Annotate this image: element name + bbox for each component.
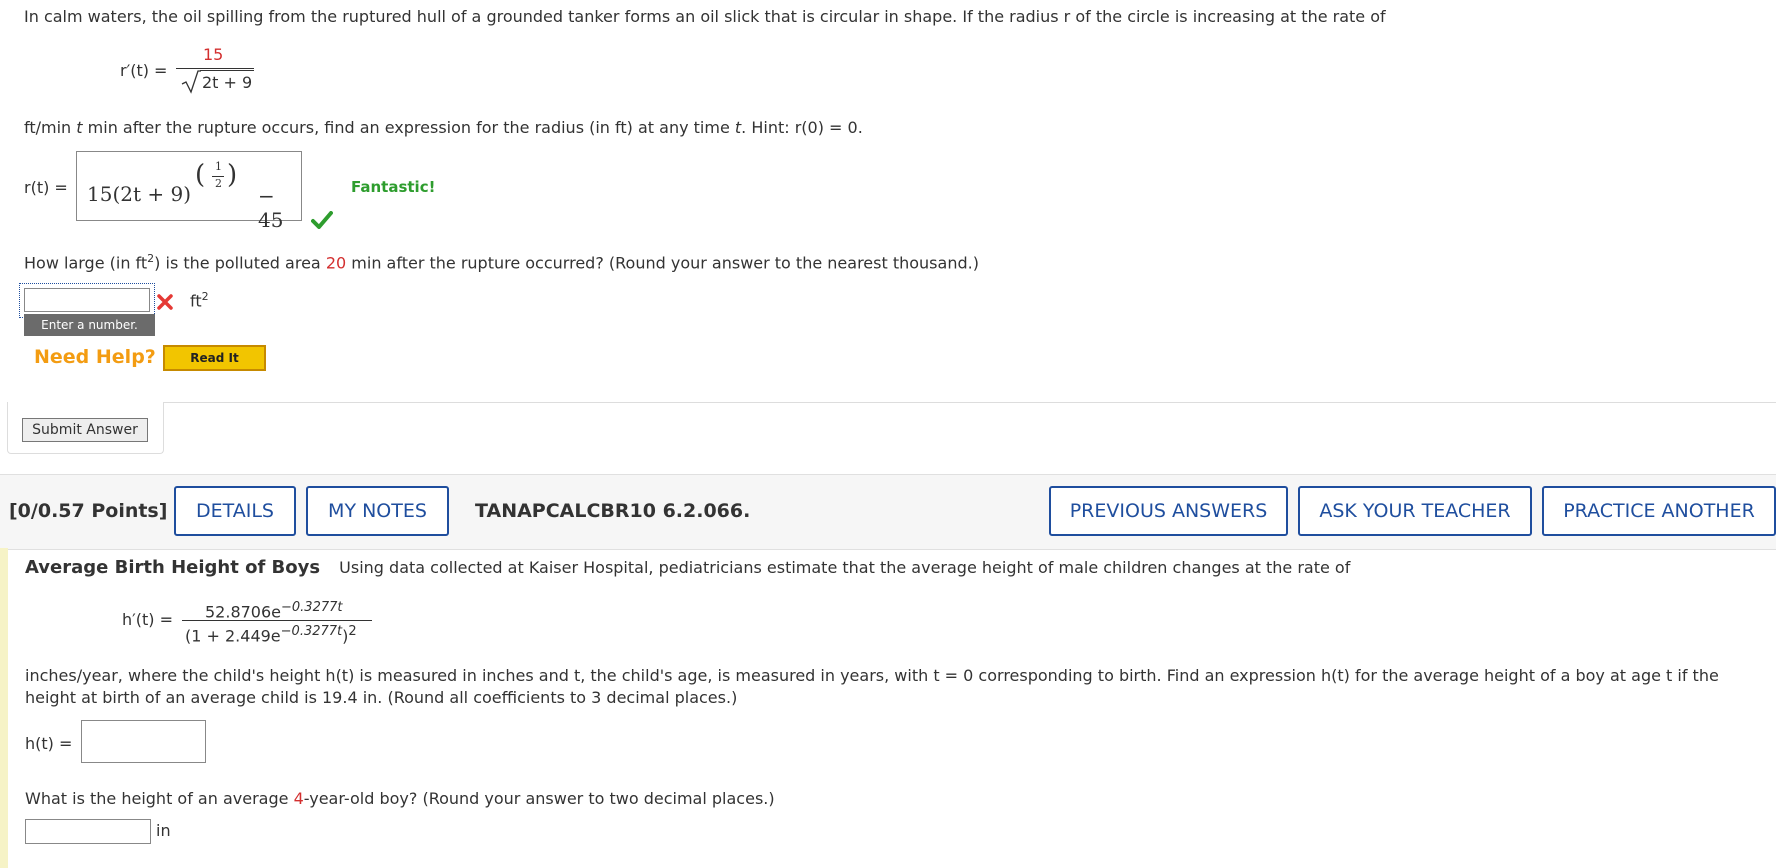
paragraph-line-1: inches/year, where the child's height h(… [25,666,1719,685]
practice-another-button[interactable]: PRACTICE ANOTHER [1542,486,1776,536]
exponent-numerator: 1 [215,160,222,173]
hint-text: r(0) = 0. [794,118,863,137]
read-it-button[interactable]: Read It [163,345,266,371]
sup: 2 [201,290,209,303]
rate-denominator-text: 2t + 9 [202,73,253,92]
height-input[interactable] [25,819,151,844]
question-title-line: Average Birth Height of Boys Using data … [25,557,1350,578]
fraction-bar [182,620,372,621]
question-paragraph: inches/year, where the child's height h(… [25,665,1775,709]
square-exponent: 2 [348,624,357,639]
part2-text: How large (in ft [24,253,148,273]
ask-teacher-button[interactable]: ASK YOUR TEACHER [1298,486,1532,536]
submit-answer-button[interactable]: Submit Answer [22,418,148,442]
question-title: Average Birth Height of Boys [25,557,321,578]
feedback-correct: Fantastic! [351,178,436,196]
rate-denominator: (1 + 2.449e−0.3277t)2 [185,624,357,645]
hint-label: . Hint: [741,118,790,137]
area-input[interactable] [24,288,150,312]
answer-display-box: 15(2t + 9) ( 1 2 ) − 45 [76,151,302,232]
numerator-exponent: −0.3277t [281,600,343,615]
area-unit: ft2 [190,290,209,310]
rate-numerator: 15 [203,45,224,64]
sqrt-icon [181,70,201,94]
rate-lhs: r′(t) = [120,61,168,80]
question-instructions: ft/min t min after the rupture occurs, f… [24,118,863,137]
highlight-value: 4 [293,789,304,808]
part2-text: -year-old boy? (Round your answer to two… [303,789,775,808]
instruction-text: min after the rupture occurs, find an ex… [87,118,730,137]
denominator-exponent: −0.3277t [280,624,343,639]
var-t: t [76,118,83,137]
part2-text: min after the rupture occurred? (Round y… [351,253,979,273]
part2-text: ) is the polluted area [154,253,321,273]
unit-text: ft/min [24,118,72,137]
divider [163,402,1776,403]
previous-answers-button[interactable]: PREVIOUS ANSWERS [1049,486,1288,536]
answer-lhs: h(t) = [25,734,73,753]
sqrt-bar [200,70,254,71]
paren-right: ) [227,160,238,190]
rate-denominator: 2t + 9 [202,73,252,92]
fraction-bar [176,68,254,69]
points-label: [0/0.57 Points] [9,500,168,522]
part2-question: What is the height of an average 4-year-… [25,789,775,808]
details-button[interactable]: DETAILS [174,486,296,536]
need-help-label: Need Help? [34,346,156,368]
part2-question: How large (in ft2) is the polluted area … [24,252,979,272]
answer-lhs: r(t) = [24,178,68,197]
wrong-icon [157,294,173,310]
rate-lhs: h′(t) = [122,610,174,629]
left-highlight-bar [0,548,8,868]
question-intro: In calm waters, the oil spilling from th… [24,7,1386,26]
denominator-text: (1 + 2.449e [185,626,281,646]
highlight-value: 20 [325,253,347,273]
height-expression-input[interactable] [81,720,206,763]
paragraph-line-2: height at birth of an average child is 1… [25,688,738,707]
check-icon [311,211,333,229]
answer-constant: − 45 [258,184,284,232]
paren-left: ( [195,160,206,190]
exponent-denominator: 2 [215,177,222,190]
question-1: In calm waters, the oil spilling from th… [0,0,1776,470]
input-tooltip: Enter a number. [24,314,155,336]
part2-text: What is the height of an average [25,789,289,808]
question-intro: Using data collected at Kaiser Hospital,… [339,558,1351,577]
answer-expression: 15(2t + 9) [87,182,192,206]
unit-text: ft [190,291,202,311]
question-code: TANAPCALCBR10 6.2.066. [475,500,751,522]
rate-numerator: 52.8706e−0.3277t [205,600,343,621]
my-notes-button[interactable]: MY NOTES [306,486,449,536]
numerator-text: 52.8706e [205,602,282,622]
height-unit: in [156,821,171,840]
